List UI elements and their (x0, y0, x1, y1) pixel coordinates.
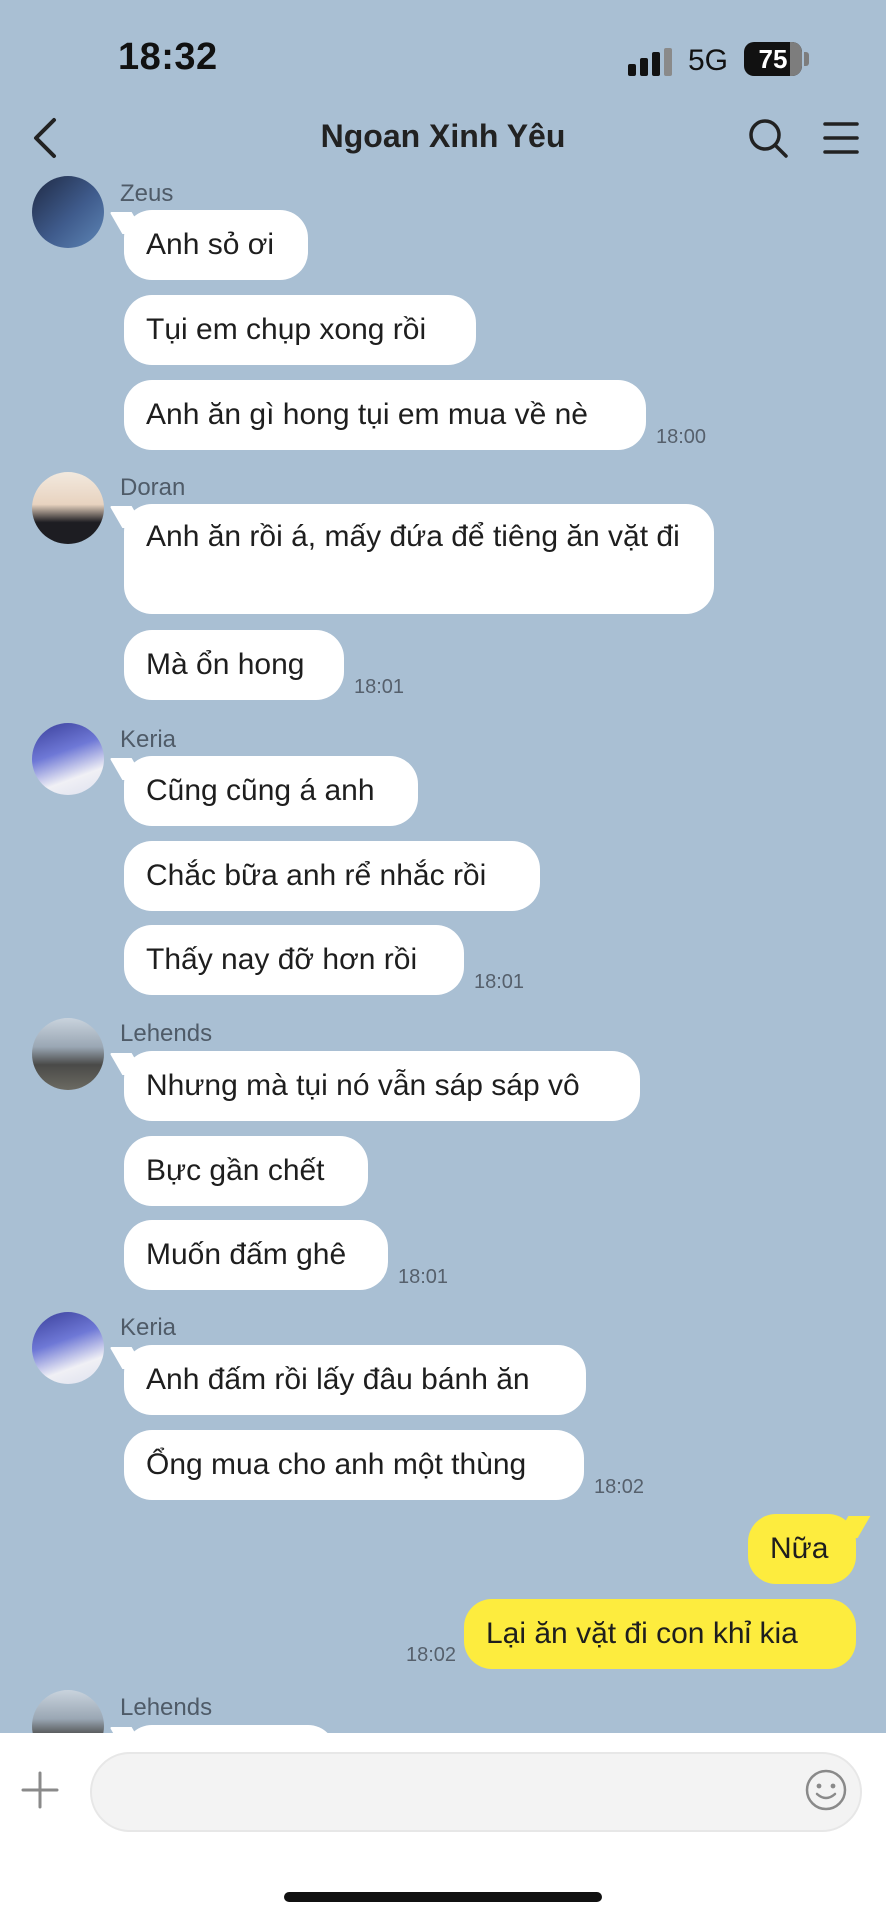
avatar[interactable] (32, 1312, 104, 1384)
message-timestamp: 18:00 (656, 426, 707, 448)
message-bubble[interactable] (124, 1725, 336, 1733)
network-type: 5G (688, 44, 729, 77)
avatar[interactable] (32, 723, 104, 795)
sender-name: Keria (120, 726, 177, 753)
message-bubble[interactable]: Anh ăn rồi á, mấy đứa để tiêng ăn vặt đi (124, 504, 714, 614)
battery-tip (804, 52, 809, 66)
status-bar: 18:32 5G 75 (0, 0, 886, 110)
chat-messages[interactable]: Zeus Anh sỏ ơi Tụi em chụp xong rồi Anh … (0, 168, 886, 1733)
message-bubble-own[interactable]: Nữa (748, 1514, 856, 1584)
avatar[interactable] (32, 176, 104, 248)
message-timestamp: 18:01 (474, 971, 525, 993)
message-bubble[interactable]: Tụi em chụp xong rồi (124, 295, 476, 365)
battery-icon: 75 (744, 42, 802, 76)
sender-name: Keria (120, 1314, 177, 1341)
sender-name: Lehends (120, 1020, 213, 1047)
message-timestamp: 18:02 (594, 1476, 645, 1498)
message-bubble[interactable]: Mà ổn hong (124, 630, 344, 700)
battery-level: 75 (758, 44, 788, 74)
home-indicator (284, 1892, 602, 1902)
message-bubble[interactable]: Cũng cũng á anh (124, 756, 418, 826)
message-bubble[interactable]: Nhưng mà tụi nó vẫn sáp sáp vô (124, 1051, 640, 1121)
plus-icon[interactable] (20, 1770, 60, 1810)
avatar[interactable] (32, 472, 104, 544)
smiley-icon[interactable] (804, 1768, 848, 1812)
message-bubble[interactable]: Chắc bữa anh rể nhắc rồi (124, 841, 540, 911)
message-bubble[interactable]: Bực gần chết (124, 1136, 368, 1206)
message-input-field[interactable] (90, 1752, 862, 1832)
status-time: 18:32 (118, 36, 218, 78)
avatar[interactable] (32, 1018, 104, 1090)
sender-name: Zeus (120, 180, 174, 207)
message-bubble-own[interactable]: Lại ăn vặt đi con khỉ kia (464, 1599, 856, 1669)
hamburger-menu-icon[interactable] (822, 118, 860, 158)
sender-name: Doran (120, 474, 186, 501)
message-timestamp: 18:01 (354, 676, 405, 698)
message-bubble[interactable]: Anh ăn gì hong tụi em mua về nè (124, 380, 646, 450)
message-input[interactable] (112, 1754, 796, 1832)
message-bubble[interactable]: Muốn đấm ghê (124, 1220, 388, 1290)
signal-icon (628, 48, 674, 76)
message-bubble[interactable]: Anh sỏ ơi (124, 210, 308, 280)
sender-name: Lehends (120, 1694, 213, 1721)
search-icon[interactable] (746, 116, 790, 160)
message-timestamp: 18:02 (406, 1644, 457, 1666)
message-bubble[interactable]: Anh đấm rồi lấy đâu bánh ăn (124, 1345, 586, 1415)
message-bubble[interactable]: Ổng mua cho anh một thùng (124, 1430, 584, 1500)
avatar[interactable] (32, 1690, 104, 1733)
message-bubble[interactable]: Thấy nay đỡ hơn rồi (124, 925, 464, 995)
message-timestamp: 18:01 (398, 1266, 449, 1288)
